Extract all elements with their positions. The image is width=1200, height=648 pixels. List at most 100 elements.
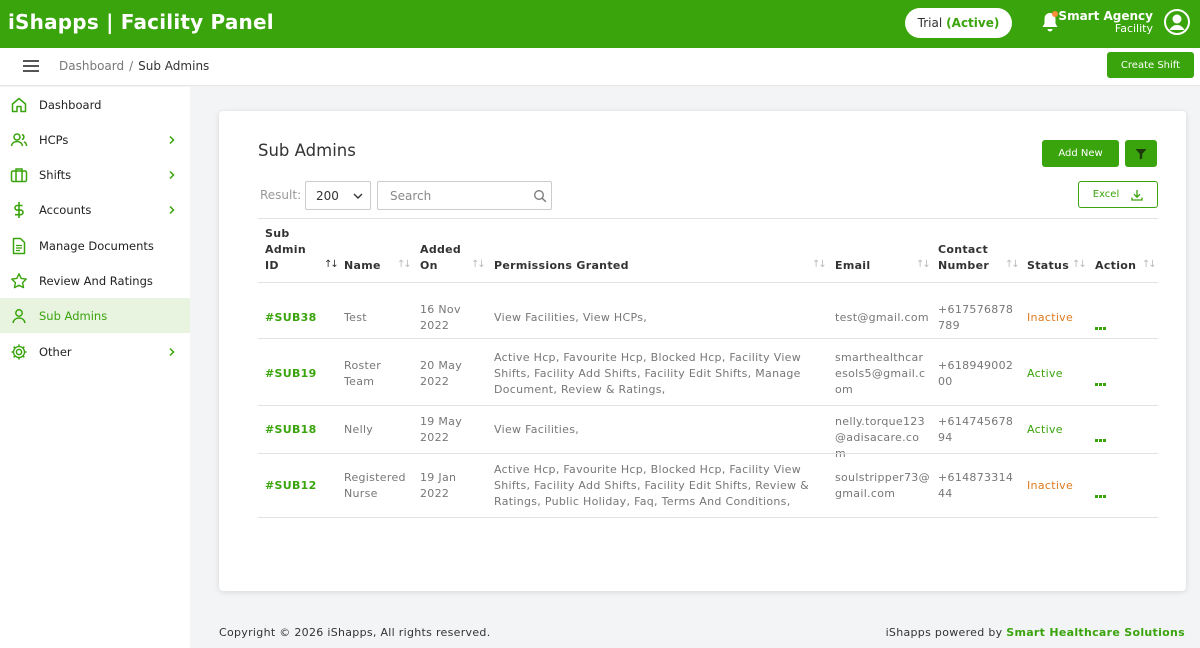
- download-icon: [1131, 189, 1143, 201]
- sidebar-item-accounts[interactable]: Accounts: [0, 192, 190, 227]
- sidebar-item-dashboard[interactable]: Dashboard: [0, 87, 190, 122]
- row-divider: [258, 517, 1158, 518]
- breadcrumb-dashboard[interactable]: Dashboard: [59, 59, 124, 73]
- row-contact: +617576878789: [938, 303, 1014, 332]
- row-contact: +61474567894: [938, 415, 1014, 444]
- row-actions-menu-icon[interactable]: [1095, 427, 1107, 442]
- row-permissions: View Facilities, View HCPs,: [494, 311, 648, 324]
- briefcase-icon: [10, 167, 28, 182]
- sort-icon[interactable]: ↑↓: [1072, 259, 1087, 270]
- column-header-id[interactable]: Sub Admin ID: [265, 226, 310, 274]
- row-contact: +61487331444: [938, 471, 1014, 500]
- user-name: Smart Agency: [1058, 9, 1153, 23]
- row-divider: [258, 405, 1158, 406]
- sidebar-item-review-and-ratings[interactable]: Review And Ratings: [0, 263, 190, 298]
- row-name: Test: [344, 311, 367, 324]
- sort-icon[interactable]: ↑↓: [812, 259, 827, 270]
- column-header-name[interactable]: Name: [344, 258, 381, 274]
- column-header-status[interactable]: Status: [1027, 258, 1069, 274]
- excel-export-button[interactable]: Excel: [1078, 181, 1158, 208]
- row-id[interactable]: #SUB19: [265, 366, 317, 382]
- sort-icon[interactable]: ↑↓: [916, 259, 931, 270]
- row-added-on: 19 May 2022: [420, 415, 463, 444]
- row-status: Inactive: [1027, 311, 1074, 324]
- chevron-right-icon: [169, 205, 175, 214]
- row-permissions: Active Hcp, Favourite Hcp, Blocked Hcp, …: [494, 351, 802, 396]
- row-status: Active: [1027, 367, 1063, 380]
- dollar-icon: [14, 201, 24, 218]
- star-icon: [11, 272, 27, 288]
- sidebar-item-hcps[interactable]: HCPs: [0, 122, 190, 157]
- app-title: iShapps | Facility Panel: [8, 10, 274, 34]
- row-actions-menu-icon[interactable]: [1095, 315, 1107, 330]
- breadcrumb-current: Sub Admins: [138, 59, 210, 73]
- row-id[interactable]: #SUB38: [265, 310, 317, 326]
- column-header-contact[interactable]: Contact Number: [938, 242, 998, 274]
- row-actions-menu-icon[interactable]: [1095, 483, 1107, 498]
- row-id[interactable]: #SUB12: [265, 478, 317, 494]
- breadcrumb: Dashboard / Sub Admins: [59, 59, 209, 73]
- column-header-permissions[interactable]: Permissions Granted: [494, 258, 629, 274]
- trial-status: (Active): [946, 16, 1000, 30]
- trial-badge[interactable]: Trial (Active): [905, 8, 1012, 38]
- row-email: smarthealthcaresols5@gmail.com: [835, 351, 926, 396]
- sidebar-item-label: Review And Ratings: [39, 273, 153, 288]
- row-email: test@gmail.com: [835, 311, 929, 324]
- sort-icon[interactable]: ↑↓: [324, 259, 339, 270]
- chevron-down-icon: [353, 193, 363, 199]
- row-contact: +61894900200: [938, 359, 1014, 388]
- footer-powered-prefix: iShapps powered by: [885, 626, 1003, 639]
- column-header-email[interactable]: Email: [835, 258, 870, 274]
- sidebar-item-sub-admins[interactable]: Sub Admins: [0, 298, 190, 333]
- footer-brand-link[interactable]: Smart Healthcare Solutions: [1006, 626, 1185, 639]
- row-id[interactable]: #SUB18: [265, 422, 317, 438]
- row-email: nelly.torque123@adisacare.com: [835, 415, 925, 460]
- users-icon: [10, 132, 28, 146]
- search-placeholder: Search: [390, 188, 432, 203]
- user-icon: [12, 308, 26, 323]
- menu-toggle-icon[interactable]: [23, 60, 39, 72]
- notification-bell-icon[interactable]: [1040, 11, 1060, 33]
- sort-icon[interactable]: ↑↓: [1142, 259, 1157, 270]
- row-name: Nelly: [344, 423, 374, 436]
- chevron-right-icon: [169, 347, 175, 356]
- search-input[interactable]: Search: [377, 181, 552, 210]
- page-title: Sub Admins: [258, 141, 356, 160]
- row-added-on: 19 Jan 2022: [420, 471, 457, 500]
- row-name: Registered Nurse: [344, 471, 406, 500]
- filter-icon: [1135, 148, 1147, 159]
- add-new-button[interactable]: Add New: [1042, 140, 1119, 167]
- sort-icon[interactable]: ↑↓: [471, 259, 486, 270]
- row-divider: [258, 338, 1158, 339]
- sort-icon[interactable]: ↑↓: [397, 259, 412, 270]
- sidebar-item-label: Other: [39, 344, 72, 359]
- sidebar-item-label: Shifts: [39, 167, 72, 182]
- row-email: soulstripper73@gmail.com: [835, 471, 930, 500]
- user-role: Facility: [1114, 22, 1153, 35]
- breadcrumb-separator: /: [129, 59, 134, 73]
- column-header-added-on[interactable]: Added On: [420, 242, 465, 274]
- sort-icon[interactable]: ↑↓: [1005, 259, 1020, 270]
- row-name: Roster Team: [344, 359, 382, 388]
- gear-icon: [11, 344, 27, 359]
- sidebar-item-label: Sub Admins: [39, 308, 108, 323]
- column-header-action[interactable]: Action: [1095, 258, 1136, 274]
- row-divider: [258, 453, 1158, 454]
- sidebar-item-shifts[interactable]: Shifts: [0, 157, 190, 192]
- sidebar: Dashboard HCPs Shifts Accounts Manage Do…: [0, 87, 190, 648]
- row-permissions: Active Hcp, Favourite Hcp, Blocked Hcp, …: [494, 463, 809, 508]
- table-top-rule: [258, 218, 1158, 219]
- filter-button[interactable]: [1125, 140, 1157, 167]
- sidebar-item-manage-documents[interactable]: Manage Documents: [0, 228, 190, 263]
- result-count-select[interactable]: 200: [305, 181, 371, 210]
- search-icon: [534, 190, 547, 203]
- row-status: Active: [1027, 423, 1063, 436]
- sidebar-item-other[interactable]: Other: [0, 334, 190, 369]
- create-shift-button[interactable]: Create Shift: [1107, 52, 1194, 78]
- table-header-rule: [258, 282, 1158, 283]
- row-actions-menu-icon[interactable]: [1095, 371, 1107, 386]
- home-icon: [11, 97, 27, 112]
- trial-label: Trial: [917, 16, 943, 30]
- sidebar-item-label: Accounts: [39, 202, 92, 217]
- user-avatar-icon[interactable]: [1164, 9, 1190, 35]
